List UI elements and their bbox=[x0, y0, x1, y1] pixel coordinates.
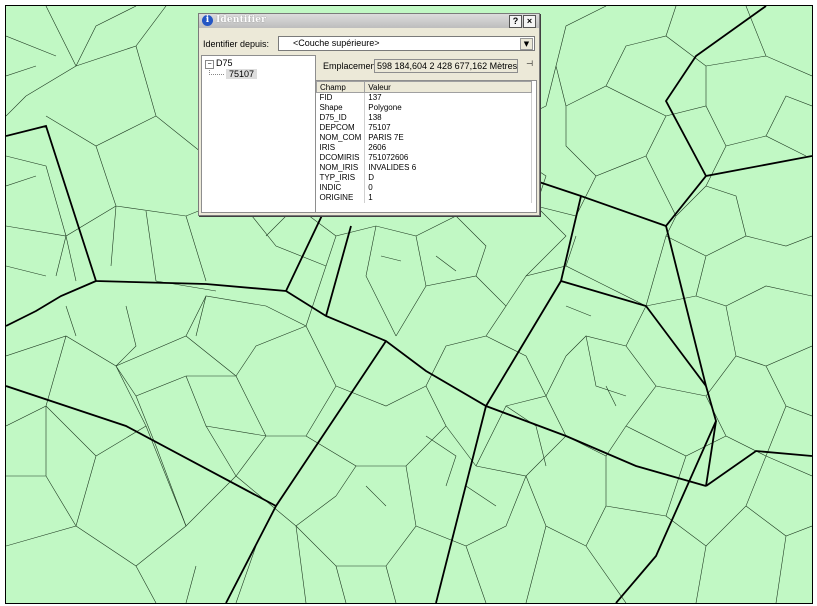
close-button[interactable]: × bbox=[523, 15, 536, 28]
field-value: Polygone bbox=[364, 103, 533, 113]
field-name: Shape bbox=[316, 103, 366, 113]
identify-from-label: Identifier depuis: bbox=[203, 39, 270, 49]
dialog-title: Identifier bbox=[216, 15, 267, 25]
help-button[interactable]: ? bbox=[509, 15, 522, 28]
tree-connector bbox=[209, 68, 224, 75]
table-row[interactable]: TYP_IRIS D bbox=[316, 173, 533, 183]
column-header-field[interactable]: Champ bbox=[316, 81, 366, 93]
table-row[interactable]: DEPCOM 75107 bbox=[316, 123, 533, 133]
results-tree[interactable]: − D75 75107 bbox=[201, 55, 316, 213]
location-value: 598 184,604 2 428 677,162 Mètres bbox=[374, 59, 518, 73]
pin-icon[interactable]: ⊣ bbox=[526, 59, 533, 68]
tree-layer-label: D75 bbox=[216, 58, 233, 68]
table-row[interactable]: NOM_COM PARIS 7E bbox=[316, 133, 533, 143]
field-value: 751072606 bbox=[364, 153, 533, 163]
field-name: D75_ID bbox=[316, 113, 366, 123]
dialog-titlebar[interactable]: i Identifier ? × bbox=[199, 14, 539, 28]
table-row[interactable]: Shape Polygone bbox=[316, 103, 533, 113]
table-row[interactable]: NOM_IRIS INVALIDES 6 bbox=[316, 163, 533, 173]
info-icon: i bbox=[202, 15, 213, 26]
table-row[interactable]: IRIS 2606 bbox=[316, 143, 533, 153]
identify-from-value: <Couche supérieure> bbox=[293, 38, 380, 48]
identify-from-select[interactable]: <Couche supérieure> ▼ bbox=[278, 36, 535, 51]
field-value: 1 bbox=[364, 193, 533, 203]
tree-item-feature[interactable]: 75107 bbox=[226, 69, 258, 79]
field-name: NOM_COM bbox=[316, 133, 366, 143]
table-row[interactable]: INDIC 0 bbox=[316, 183, 533, 193]
identify-dialog[interactable]: i Identifier ? × Identifier depuis: <Cou… bbox=[198, 13, 540, 216]
field-value: INVALIDES 6 bbox=[364, 163, 533, 173]
field-value: 0 bbox=[364, 183, 533, 193]
field-name: IRIS bbox=[316, 143, 366, 153]
field-value: D bbox=[364, 173, 533, 183]
field-name: ORIGINE bbox=[316, 193, 366, 203]
attributes-table[interactable]: Champ Valeur FID 137 Shape Polygone D75_ID… bbox=[315, 80, 537, 213]
table-row[interactable]: DCOMIRIS 751072606 bbox=[316, 153, 533, 163]
field-name: DCOMIRIS bbox=[316, 153, 366, 163]
table-row[interactable]: FID 137 bbox=[316, 92, 533, 103]
field-name: INDIC bbox=[316, 183, 366, 193]
column-header-value[interactable]: Valeur bbox=[364, 81, 533, 93]
field-value: 138 bbox=[364, 113, 533, 123]
table-row[interactable]: ORIGINE 1 bbox=[316, 193, 533, 203]
field-name: FID bbox=[316, 92, 366, 103]
chevron-down-icon[interactable]: ▼ bbox=[520, 38, 533, 50]
field-name: TYP_IRIS bbox=[316, 173, 366, 183]
field-value: 2606 bbox=[364, 143, 533, 153]
location-label: Emplacement: bbox=[323, 61, 381, 71]
field-name: DEPCOM bbox=[316, 123, 366, 133]
field-name: NOM_IRIS bbox=[316, 163, 366, 173]
table-row[interactable]: D75_ID 138 bbox=[316, 113, 533, 123]
field-value: 75107 bbox=[364, 123, 533, 133]
field-value: 137 bbox=[364, 92, 533, 103]
field-value: PARIS 7E bbox=[364, 133, 533, 143]
